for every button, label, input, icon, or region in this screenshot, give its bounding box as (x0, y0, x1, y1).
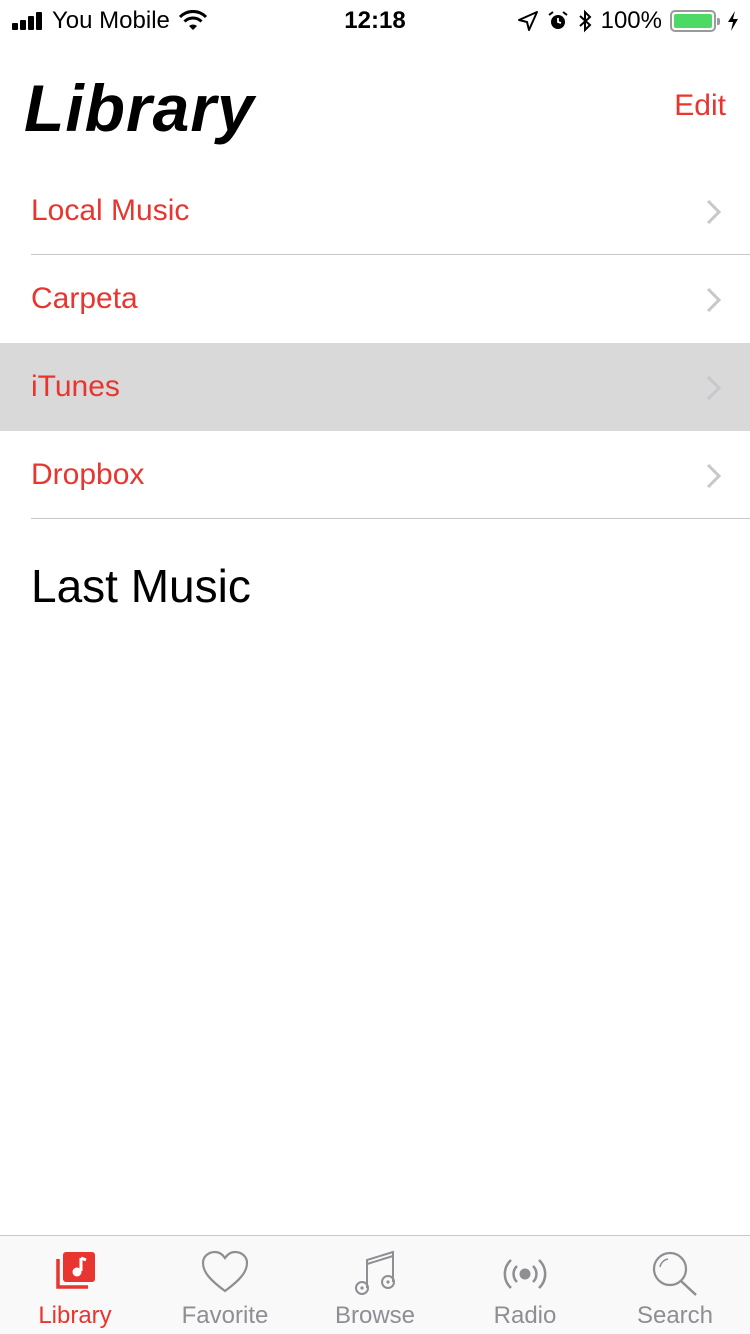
location-icon (517, 11, 538, 31)
library-item-itunes[interactable]: iTunes (0, 343, 750, 431)
music-note-icon (355, 1250, 395, 1295)
section-title-last-music: Last Music (31, 560, 251, 612)
alarm-icon (548, 11, 568, 29)
bluetooth-icon (578, 9, 592, 33)
tab-radio[interactable]: Radio (450, 1236, 600, 1334)
tab-label: Browse (334, 1302, 416, 1329)
radio-broadcast-icon (503, 1259, 547, 1289)
battery-percent: 100% (600, 7, 662, 34)
tab-search[interactable]: Search (600, 1236, 750, 1334)
tab-label: Library (38, 1302, 112, 1329)
library-item-carpeta[interactable]: Carpeta (0, 255, 750, 343)
tab-label: Radio (493, 1302, 557, 1329)
search-icon (652, 1251, 697, 1296)
library-item-local-music[interactable]: Local Music (0, 167, 750, 255)
tab-favorite[interactable]: Favorite (150, 1236, 300, 1334)
library-list: Local Music Carpeta iTunes Dropbox (0, 167, 750, 519)
tab-label: Search (636, 1302, 714, 1329)
status-bar: You Mobile 12:18 100% (0, 0, 750, 40)
tab-bar: Library Favorite Browse Radio Search (0, 1235, 750, 1334)
divider (31, 518, 750, 519)
library-item-label: Dropbox (31, 458, 145, 491)
chevron-right-icon (706, 463, 722, 489)
library-item-label: Local Music (31, 194, 190, 227)
heart-icon (201, 1250, 249, 1293)
chevron-right-icon (706, 199, 722, 225)
edit-button[interactable]: Edit (674, 86, 726, 126)
chevron-right-icon (706, 375, 722, 401)
music-library-icon (56, 1252, 95, 1289)
tab-browse[interactable]: Browse (300, 1236, 450, 1334)
tab-library[interactable]: Library (0, 1236, 150, 1334)
library-item-label: iTunes (31, 370, 120, 403)
chevron-right-icon (706, 287, 722, 313)
charging-icon (728, 11, 738, 31)
tab-label: Favorite (181, 1302, 269, 1329)
library-item-dropbox[interactable]: Dropbox (0, 431, 750, 519)
library-item-label: Carpeta (31, 282, 138, 315)
page-title: Library (24, 71, 255, 145)
battery-icon (670, 10, 720, 32)
